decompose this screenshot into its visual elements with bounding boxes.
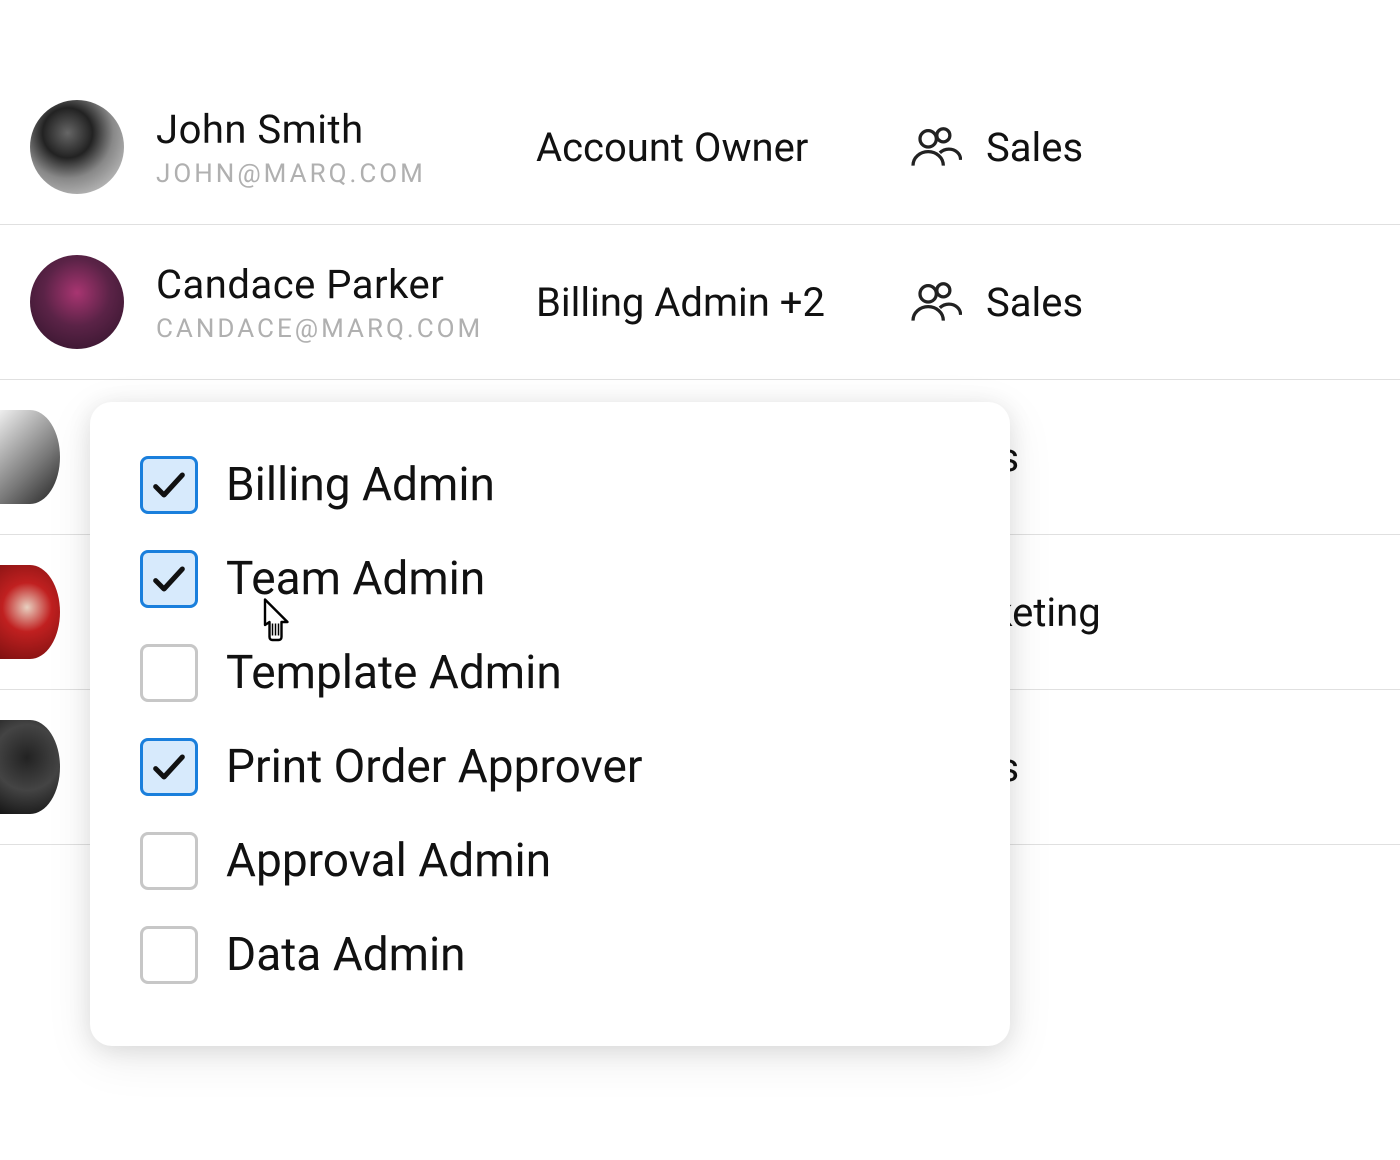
option-label: Approval Admin [226,834,551,888]
user-info: Candace Parker CANDACE@MARQ.COM [156,261,536,344]
user-team: Sales [906,119,1083,175]
avatar [30,255,124,349]
option-label: Data Admin [226,928,466,982]
user-team: Sales [906,274,1083,330]
checkbox[interactable] [140,550,198,608]
dropdown-option[interactable]: Billing Admin [140,438,960,532]
checkbox[interactable] [140,832,198,890]
option-label: Print Order Approver [226,740,642,794]
avatar [0,410,60,504]
team-icon [906,119,962,175]
user-email: JOHN@MARQ.COM [156,159,536,189]
user-email: CANDACE@MARQ.COM [156,314,536,344]
user-role[interactable]: Account Owner [536,124,906,171]
avatar [0,565,60,659]
role-dropdown[interactable]: Billing Admin Team Admin Template Admin … [90,402,1010,1046]
option-label: Template Admin [226,646,562,700]
checkbox[interactable] [140,456,198,514]
user-role[interactable]: Billing Admin +2 [536,279,906,326]
table-row[interactable]: John Smith JOHN@MARQ.COM Account Owner S… [0,70,1400,225]
user-name: John Smith [156,106,536,153]
dropdown-option[interactable]: Print Order Approver [140,720,960,814]
table-row[interactable]: Candace Parker CANDACE@MARQ.COM Billing … [0,225,1400,380]
option-label: Billing Admin [226,458,495,512]
avatar [30,100,124,194]
team-label: Sales [986,279,1083,326]
dropdown-option[interactable]: Data Admin [140,908,960,1002]
option-label: Team Admin [226,552,485,606]
user-info: John Smith JOHN@MARQ.COM [156,106,536,189]
dropdown-option[interactable]: Team Admin [140,532,960,626]
dropdown-option[interactable]: Approval Admin [140,814,960,908]
dropdown-option[interactable]: Template Admin [140,626,960,720]
checkbox[interactable] [140,738,198,796]
team-icon [906,274,962,330]
team-label: Sales [986,124,1083,171]
user-name: Candace Parker [156,261,536,308]
checkbox[interactable] [140,644,198,702]
avatar [0,720,60,814]
checkbox[interactable] [140,926,198,984]
